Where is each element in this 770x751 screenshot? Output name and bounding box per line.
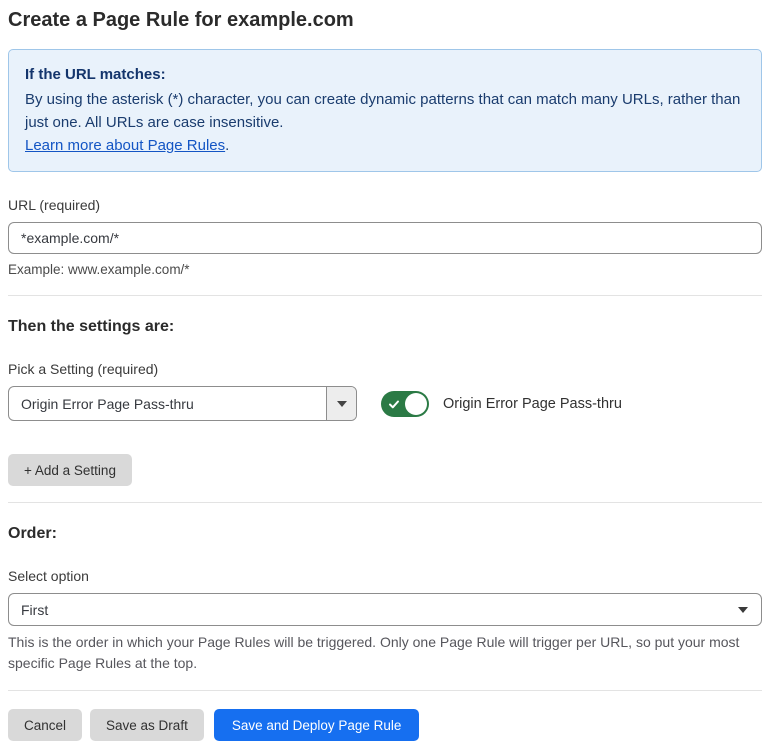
cancel-button[interactable]: Cancel [8, 709, 83, 741]
setting-row: Origin Error Page Pass-thru Origin Error… [8, 386, 762, 421]
url-match-info-box: If the URL matches: By using the asteris… [8, 49, 762, 172]
setting-toggle[interactable] [381, 390, 429, 417]
order-select-value: First [21, 601, 49, 618]
info-box-body: By using the asterisk (*) character, you… [25, 91, 741, 131]
page-title: Create a Page Rule for example.com [8, 9, 354, 31]
settings-section-heading: Then the settings are: [8, 318, 175, 335]
url-field-label: URL (required) [8, 197, 101, 213]
divider [8, 295, 762, 296]
order-helper-text: This is the order in which your Page Rul… [8, 634, 740, 671]
chevron-down-icon [738, 606, 748, 613]
order-select-label: Select option [8, 568, 89, 584]
setting-select[interactable]: Origin Error Page Pass-thru [8, 386, 357, 421]
learn-more-link[interactable]: Learn more about Page Rules [25, 137, 225, 154]
toggle-knob [405, 392, 427, 415]
check-icon [388, 397, 400, 415]
footer-actions: Cancel Save as Draft Save and Deploy Pag… [8, 709, 762, 741]
url-input[interactable] [8, 222, 762, 254]
info-box-heading: If the URL matches: [25, 66, 166, 83]
info-box-link-line: Learn more about Page Rules. [25, 134, 745, 157]
save-as-draft-button[interactable]: Save as Draft [90, 709, 204, 741]
create-page-rule-form: Create a Page Rule for example.com If th… [0, 0, 770, 751]
divider [8, 502, 762, 503]
link-suffix: . [225, 137, 230, 154]
divider [8, 690, 762, 691]
setting-select-value: Origin Error Page Pass-thru [21, 395, 194, 412]
setting-toggle-group: Origin Error Page Pass-thru [381, 390, 622, 417]
add-setting-button[interactable]: + Add a Setting [8, 454, 132, 486]
order-select[interactable]: First [8, 593, 762, 626]
setting-select-arrow-button[interactable] [326, 387, 356, 420]
setting-toggle-label: Origin Error Page Pass-thru [443, 395, 622, 412]
order-section-heading: Order: [8, 525, 57, 542]
chevron-down-icon [336, 400, 347, 407]
url-helper-text: Example: www.example.com/* [8, 262, 190, 277]
pick-setting-label: Pick a Setting (required) [8, 361, 159, 377]
save-and-deploy-button[interactable]: Save and Deploy Page Rule [213, 709, 420, 741]
